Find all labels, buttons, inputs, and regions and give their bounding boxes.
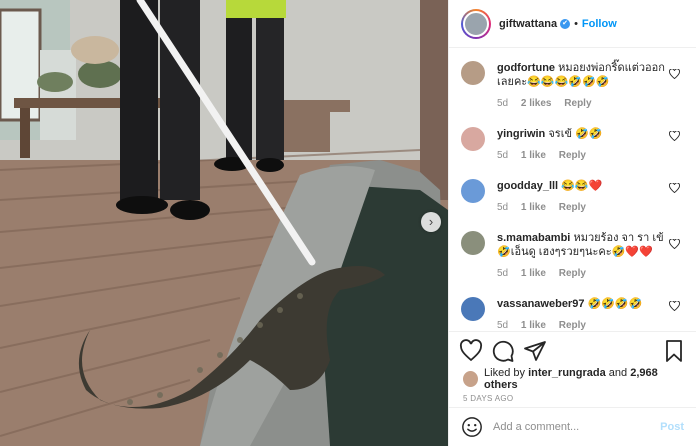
comment-time[interactable]: 5d [497, 150, 508, 161]
reply-button[interactable]: Reply [559, 268, 586, 279]
comment-item: s.mamabambi หมวยร้อง จา รา เข้ 🤣เอ็นดู เ… [449, 231, 696, 281]
comment-icon[interactable] [491, 339, 515, 363]
comment-time[interactable]: 5d [497, 320, 508, 330]
post-comment-button[interactable]: Post [660, 421, 684, 433]
comment-time[interactable]: 5d [497, 268, 508, 279]
commenter-avatar[interactable] [461, 127, 485, 151]
bookmark-icon[interactable] [662, 339, 686, 363]
comment-likes[interactable]: 1 like [521, 268, 546, 279]
instagram-post: › giftwattana ✔ • Follow godfortune หมอย… [0, 0, 696, 446]
liked-user-link[interactable]: inter_rungrada [528, 367, 606, 379]
comment-item: goodday_lll 😂😂❤️ 5d 1 like Reply [449, 179, 696, 215]
comment-username[interactable]: vassanaweber97 [497, 298, 584, 310]
like-comment-heart-icon[interactable] [669, 131, 680, 141]
comments-list[interactable]: godfortune หมอยงพ่อกริ๊ดแต่วออกเลยคะ😂😂😂🤣… [449, 49, 696, 330]
comment-input[interactable] [493, 421, 661, 433]
comment-text: 🤣🤣🤣🤣 [587, 298, 643, 310]
heart-icon[interactable] [459, 339, 483, 363]
reply-button[interactable]: Reply [559, 320, 586, 330]
post-actions: Liked by inter_rungrada and 2,968 others… [449, 331, 696, 403]
comment-item: vassanaweber97 🤣🤣🤣🤣 5d 1 like Reply [449, 297, 696, 330]
share-icon[interactable] [523, 339, 547, 363]
post-sidebar: giftwattana ✔ • Follow godfortune หมอยงพ… [448, 0, 696, 446]
liked-and: and [608, 367, 628, 379]
separator-dot: • [574, 17, 578, 30]
like-comment-heart-icon[interactable] [669, 183, 680, 193]
comment-username[interactable]: goodday_lll [497, 180, 558, 192]
chevron-right-icon: › [428, 214, 434, 229]
reply-button[interactable]: Reply [559, 150, 586, 161]
commenter-avatar[interactable] [461, 297, 485, 321]
commenter-avatar[interactable] [461, 179, 485, 203]
follow-button[interactable]: Follow [582, 18, 617, 30]
next-photo-button[interactable]: › [421, 212, 441, 232]
photo-illustration [0, 0, 448, 446]
comment-time[interactable]: 5d [497, 202, 508, 213]
add-comment-bar: Post [449, 407, 696, 446]
emoji-icon[interactable] [461, 416, 483, 438]
comment-text: จรเข้ 🤣🤣 [548, 128, 603, 140]
commenter-avatar[interactable] [461, 61, 485, 85]
author-username[interactable]: giftwattana [499, 18, 557, 30]
like-comment-heart-icon[interactable] [669, 69, 680, 79]
comment-username[interactable]: s.mamabambi [497, 232, 570, 244]
liker-avatar[interactable] [463, 371, 479, 387]
comment-likes[interactable]: 1 like [521, 150, 546, 161]
comment-username[interactable]: yingriwin [497, 128, 545, 140]
comment-text: 😂😂❤️ [561, 180, 603, 192]
post-header: giftwattana ✔ • Follow [449, 0, 696, 48]
comment-likes[interactable]: 1 like [521, 320, 546, 330]
action-icons-row [449, 332, 696, 370]
comment-time[interactable]: 5d [497, 98, 508, 109]
liked-prefix: Liked by [484, 367, 526, 379]
post-photo[interactable]: › [0, 0, 448, 446]
comment-item: godfortune หมอยงพ่อกริ๊ดแต่วออกเลยคะ😂😂😂🤣… [449, 61, 696, 111]
comment-likes[interactable]: 1 like [521, 202, 546, 213]
comment-item: yingriwin จรเข้ 🤣🤣 5d 1 like Reply [449, 127, 696, 163]
commenter-avatar[interactable] [461, 231, 485, 255]
reply-button[interactable]: Reply [559, 202, 586, 213]
like-comment-heart-icon[interactable] [669, 239, 680, 249]
comment-likes[interactable]: 2 likes [521, 98, 552, 109]
verified-icon: ✔ [560, 18, 571, 29]
like-comment-heart-icon[interactable] [669, 301, 680, 311]
liked-by-line: Liked by inter_rungrada and 2,968 others [449, 367, 696, 391]
comment-username[interactable]: godfortune [497, 62, 555, 74]
author-avatar[interactable] [461, 8, 491, 39]
reply-button[interactable]: Reply [564, 98, 591, 109]
